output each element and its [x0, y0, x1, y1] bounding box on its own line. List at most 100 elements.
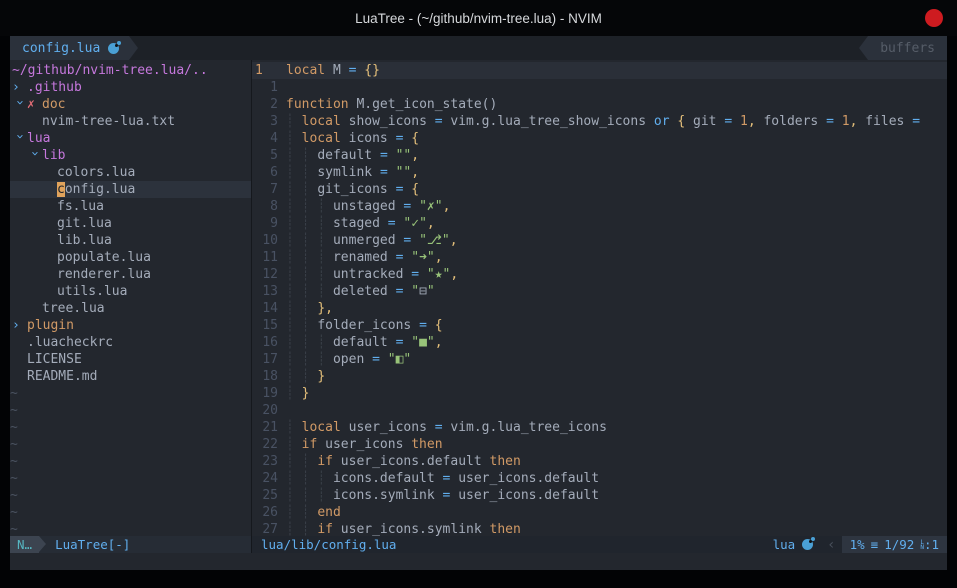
token [427, 318, 435, 333]
titlebar: LuaTree - (~/github/nvim-tree.lua) - NVI… [0, 0, 957, 36]
indent-guide: ┊ [317, 233, 333, 248]
tree-item-colors.lua[interactable]: colors.lua [10, 164, 251, 181]
code-line[interactable]: 15┊ ┊ folder_icons = { [252, 317, 947, 334]
indent-guide: ┊ [286, 250, 302, 265]
token: } [317, 369, 325, 384]
tree-item-plugin[interactable]: ›plugin [10, 317, 251, 334]
token: user_icons.default [333, 454, 490, 469]
code-line[interactable]: 10┊ ┊ ┊ unmerged = "⎇", [252, 232, 947, 249]
code-text: function M.get_icon_state() [286, 96, 497, 113]
chevron-down-icon[interactable]: › [11, 133, 28, 148]
tree-item-utils.lua[interactable]: utils.lua [10, 283, 251, 300]
tree-cursor: c [57, 182, 65, 197]
filetype-label: lua [773, 537, 796, 552]
code-line[interactable]: 25┊ ┊ ┊ icons.symlink = user_icons.defau… [252, 487, 947, 504]
code-line[interactable]: 20 [252, 402, 947, 419]
code-line[interactable]: 1local M = {} [252, 62, 947, 79]
tree-item-renderer.lua[interactable]: renderer.lua [10, 266, 251, 283]
code-line[interactable]: 5┊ ┊ default = "", [252, 147, 947, 164]
command-line[interactable] [10, 553, 947, 570]
tree-item-LICENSE[interactable]: LICENSE [10, 351, 251, 368]
tree-item-fs.lua[interactable]: fs.lua [10, 198, 251, 215]
code-line[interactable]: 7┊ ┊ git_icons = { [252, 181, 947, 198]
token [388, 148, 396, 163]
indent-guide: ┊ [317, 199, 333, 214]
token: , [435, 250, 443, 265]
code-line[interactable]: 16┊ ┊ ┊ default = "■", [252, 334, 947, 351]
code-line[interactable]: 13┊ ┊ ┊ deleted = "⊟" [252, 283, 947, 300]
indent-guide: ┊ [286, 335, 302, 350]
tree-item-label: LICENSE [27, 352, 82, 367]
indent-guide: ┊ [286, 352, 302, 367]
code-line[interactable]: 24┊ ┊ ┊ icons.default = user_icons.defau… [252, 470, 947, 487]
buffers-button[interactable]: buffers [868, 36, 947, 60]
token: staged [333, 216, 388, 231]
code-line[interactable]: 18┊ ┊ } [252, 368, 947, 385]
token [411, 233, 419, 248]
code-line[interactable]: 8┊ ┊ ┊ unstaged = "✗", [252, 198, 947, 215]
code-line[interactable]: 26┊ ┊ end [252, 504, 947, 521]
chevron-left-icon: ‹ [827, 536, 841, 553]
token: or [654, 114, 670, 129]
tree-item-lib[interactable]: ›lib [10, 147, 251, 164]
code-line[interactable]: 6┊ ┊ symlink = "", [252, 164, 947, 181]
tree-item-lib.lua[interactable]: lib.lua [10, 232, 251, 249]
code-line[interactable]: 23┊ ┊ if user_icons.default then [252, 453, 947, 470]
chevron-right-icon[interactable]: › [12, 79, 27, 96]
indent-guide: ┊ [286, 454, 302, 469]
token: = [419, 318, 427, 333]
token: user_icons.symlink [333, 522, 490, 536]
code-line[interactable]: 1 [252, 79, 947, 96]
token [411, 199, 419, 214]
close-icon[interactable] [925, 9, 943, 27]
code-text: ┊ local icons = { [286, 130, 419, 147]
token: vim.g.lua_tree_show_icons [443, 114, 654, 129]
line-position: 1/92 [884, 537, 914, 552]
tree-item-.luacheckrc[interactable]: .luacheckrc [10, 334, 251, 351]
indent-guide: ┊ [302, 267, 318, 282]
token: = [380, 165, 388, 180]
tree-item-tree.lua[interactable]: tree.lua [10, 300, 251, 317]
chevron-down-icon[interactable]: › [26, 150, 43, 165]
tree-item-label: git.lua [57, 216, 112, 231]
code-line[interactable]: 11┊ ┊ ┊ renamed = "➜", [252, 249, 947, 266]
tree-item-git.lua[interactable]: git.lua [10, 215, 251, 232]
tree-item-nvim-tree-lua.txt[interactable]: nvim-tree-lua.txt [10, 113, 251, 130]
lua-icon [802, 539, 813, 550]
code-line[interactable]: 12┊ ┊ ┊ untracked = "★", [252, 266, 947, 283]
tree-item-doc[interactable]: ›✗doc [10, 96, 251, 113]
tree-item-lua[interactable]: ›lua [10, 130, 251, 147]
chevron-right-icon[interactable]: › [12, 317, 27, 334]
tree-item-.github[interactable]: ›.github [10, 79, 251, 96]
tree-root[interactable]: ~/github/nvim-tree.lua/.. [10, 62, 251, 79]
line-number: 27 [252, 521, 278, 536]
code-line[interactable]: 19┊ } [252, 385, 947, 402]
indent-guide: ┊ [302, 148, 318, 163]
code-line[interactable]: 2function M.get_icon_state() [252, 96, 947, 113]
code-line[interactable]: 21┊ local user_icons = vim.g.lua_tree_ic… [252, 419, 947, 436]
code-line[interactable]: 22┊ if user_icons then [252, 436, 947, 453]
tab-config-lua[interactable]: config.lua [10, 36, 129, 60]
code-line[interactable]: 17┊ ┊ ┊ open = "◧" [252, 351, 947, 368]
tree-item-config.lua[interactable]: config.lua [10, 181, 251, 198]
token: folder_icons [317, 318, 419, 333]
token: " [411, 284, 419, 299]
code-line[interactable]: 9┊ ┊ ┊ staged = "✓", [252, 215, 947, 232]
code-line[interactable]: 4┊ local icons = { [252, 130, 947, 147]
tree-item-populate.lua[interactable]: populate.lua [10, 249, 251, 266]
line-number: 13 [252, 283, 278, 300]
line-number: 19 [252, 385, 278, 402]
line-number: 7 [252, 181, 278, 198]
token: "" [396, 148, 412, 163]
chevron-down-icon[interactable]: › [11, 99, 28, 114]
tree-item-README.md[interactable]: README.md [10, 368, 251, 385]
code-line[interactable]: 3┊ local show_icons = vim.g.lua_tree_sho… [252, 113, 947, 130]
token [388, 165, 396, 180]
tree-item-label: lib [42, 148, 65, 163]
line-number: 1 [252, 62, 278, 79]
code-line[interactable]: 14┊ ┊ }, [252, 300, 947, 317]
token: deleted [333, 284, 396, 299]
token: = [372, 352, 380, 367]
code-line[interactable]: 27┊ ┊ if user_icons.symlink then [252, 521, 947, 536]
line-number: 17 [252, 351, 278, 368]
